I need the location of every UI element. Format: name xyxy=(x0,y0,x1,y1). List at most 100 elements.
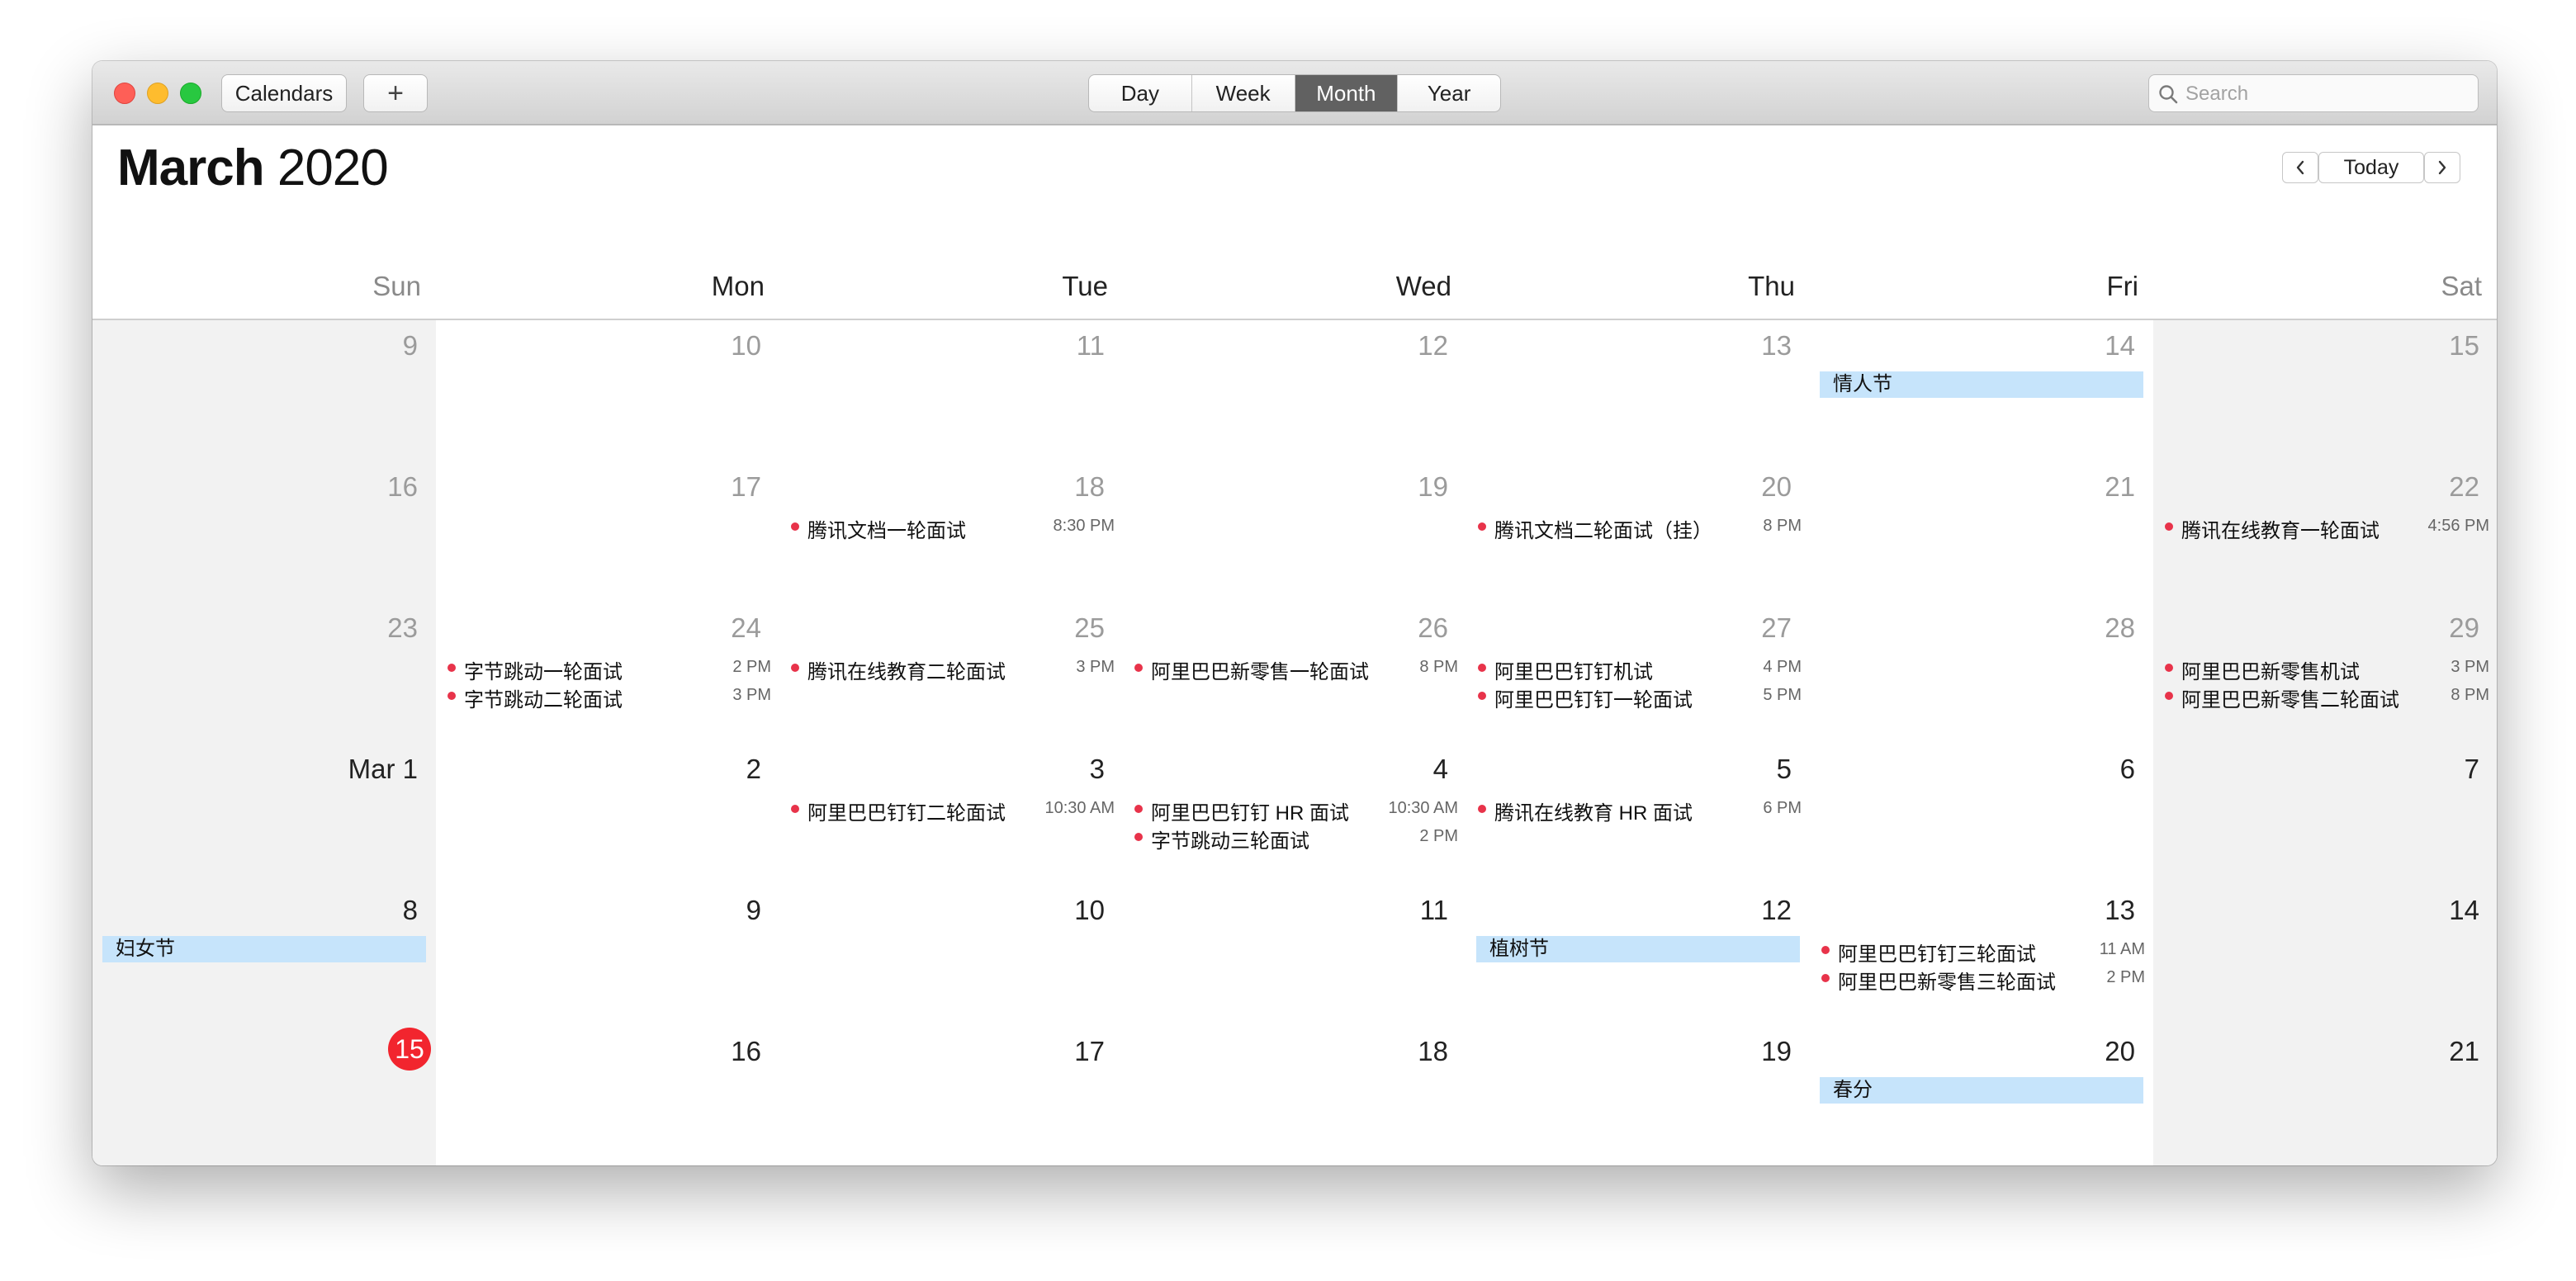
day-cell[interactable]: 12 植树节 xyxy=(1466,885,1811,1027)
day-cell[interactable]: 17 xyxy=(779,1026,1124,1165)
calendar-event[interactable]: 腾讯在线教育 HR 面试 6 PM xyxy=(1478,795,1802,825)
year-title: 2020 xyxy=(277,139,389,196)
day-cell[interactable]: 11 xyxy=(1123,885,1467,1027)
day-cell[interactable]: 23 xyxy=(92,603,437,744)
event-dot-icon xyxy=(1478,664,1486,672)
day-cell[interactable]: 8 妇女节 xyxy=(92,885,437,1027)
day-cell[interactable]: 13 阿里巴巴钉钉三轮面试 11 AM 阿里巴巴新零售三轮面试 2 PM xyxy=(1810,885,2154,1027)
event-time: 3 PM xyxy=(732,686,771,704)
day-cell[interactable]: 14 情人节 xyxy=(1810,320,2154,462)
calendars-button[interactable]: Calendars xyxy=(221,74,347,112)
event-dot-icon xyxy=(1134,833,1143,841)
calendar-event[interactable]: 腾讯在线教育二轮面试 3 PM xyxy=(791,654,1115,683)
day-cell[interactable]: 6 xyxy=(1810,744,2154,886)
day-cell[interactable]: 18 腾讯文档一轮面试 8:30 PM xyxy=(779,461,1124,603)
event-time: 2 PM xyxy=(2106,968,2145,986)
month-title: March xyxy=(117,139,265,196)
calendar-event[interactable]: 阿里巴巴钉钉 HR 面试 10:30 AM xyxy=(1134,795,1458,825)
calendar-event[interactable]: 字节跳动三轮面试 2 PM xyxy=(1134,823,1458,853)
day-cell[interactable]: 15 xyxy=(2153,320,2497,462)
day-cell[interactable]: Mar 1 xyxy=(92,744,437,886)
day-cell[interactable]: 21 xyxy=(1810,461,2154,603)
calendar-event[interactable]: 阿里巴巴钉钉机试 4 PM xyxy=(1478,654,1802,683)
add-event-button[interactable]: + xyxy=(363,74,428,112)
day-cell[interactable]: 17 xyxy=(436,461,780,603)
day-cell[interactable]: 16 xyxy=(92,461,437,603)
day-cell[interactable]: 21 xyxy=(2153,1026,2497,1165)
day-cell[interactable]: 9 xyxy=(436,885,780,1027)
all-day-event[interactable]: 植树节 xyxy=(1476,936,1800,962)
day-cell[interactable]: 11 xyxy=(779,320,1124,462)
event-dot-icon xyxy=(1134,805,1143,813)
day-number: 23 xyxy=(387,612,418,643)
day-cell[interactable]: 22 腾讯在线教育一轮面试 4:56 PM xyxy=(2153,461,2497,603)
day-number: 28 xyxy=(2105,612,2135,643)
event-time: 3 PM xyxy=(1076,658,1115,676)
calendar-event[interactable]: 阿里巴巴钉钉一轮面试 5 PM xyxy=(1478,682,1802,711)
day-cell[interactable]: 29 阿里巴巴新零售机试 3 PM 阿里巴巴新零售二轮面试 8 PM xyxy=(2153,603,2497,744)
all-day-event[interactable]: 春分 xyxy=(1820,1077,2143,1104)
view-tab-month[interactable]: Month xyxy=(1294,75,1398,111)
day-number: 18 xyxy=(1074,471,1105,502)
chevron-left-icon xyxy=(2296,160,2304,175)
view-tab-year[interactable]: Year xyxy=(1397,75,1500,111)
day-cell[interactable]: 26 阿里巴巴新零售一轮面试 8 PM xyxy=(1123,603,1467,744)
search-input[interactable]: Search xyxy=(2148,74,2479,112)
day-cell[interactable]: 10 xyxy=(436,320,780,462)
calendar-event[interactable]: 腾讯文档二轮面试（挂） 8 PM xyxy=(1478,513,1802,542)
day-cell[interactable]: 15 xyxy=(92,1026,437,1165)
calendar-event[interactable]: 阿里巴巴钉钉二轮面试 10:30 AM xyxy=(791,795,1115,825)
event-time: 5 PM xyxy=(1763,686,1802,704)
calendar-window: Calendars + Day Week Month Year Search M… xyxy=(92,61,2497,1165)
calendar-event[interactable]: 字节跳动一轮面试 2 PM xyxy=(447,654,771,683)
day-cell[interactable]: 18 xyxy=(1123,1026,1467,1165)
close-window-button[interactable] xyxy=(114,83,135,104)
view-tab-week[interactable]: Week xyxy=(1191,75,1295,111)
today-button[interactable]: Today xyxy=(2318,152,2424,183)
calendar-event[interactable]: 阿里巴巴新零售三轮面试 2 PM xyxy=(1821,964,2145,994)
day-cell[interactable]: 25 腾讯在线教育二轮面试 3 PM xyxy=(779,603,1124,744)
day-cell[interactable]: 14 xyxy=(2153,885,2497,1027)
event-dot-icon xyxy=(1478,692,1486,700)
day-cell[interactable]: 24 字节跳动一轮面试 2 PM 字节跳动二轮面试 3 PM xyxy=(436,603,780,744)
event-title: 阿里巴巴新零售三轮面试 xyxy=(1838,971,2056,994)
event-dot-icon xyxy=(2165,522,2173,531)
day-cell[interactable]: 9 xyxy=(92,320,437,462)
day-cell[interactable]: 19 xyxy=(1123,461,1467,603)
calendar-event[interactable]: 字节跳动二轮面试 3 PM xyxy=(447,682,771,711)
day-cell[interactable]: 12 xyxy=(1123,320,1467,462)
calendar-event[interactable]: 阿里巴巴新零售二轮面试 8 PM xyxy=(2165,682,2489,711)
calendar-event[interactable]: 阿里巴巴钉钉三轮面试 11 AM xyxy=(1821,936,2145,966)
day-cell[interactable]: 19 xyxy=(1466,1026,1811,1165)
calendar-event[interactable]: 阿里巴巴新零售机试 3 PM xyxy=(2165,654,2489,683)
all-day-event[interactable]: 情人节 xyxy=(1820,371,2143,398)
day-cell[interactable]: 20 腾讯文档二轮面试（挂） 8 PM xyxy=(1466,461,1811,603)
day-cell[interactable]: 4 阿里巴巴钉钉 HR 面试 10:30 AM 字节跳动三轮面试 2 PM xyxy=(1123,744,1467,886)
previous-month-button[interactable] xyxy=(2282,152,2318,183)
view-tab-day[interactable]: Day xyxy=(1089,75,1191,111)
all-day-event[interactable]: 妇女节 xyxy=(102,936,426,962)
day-cell[interactable]: 2 xyxy=(436,744,780,886)
day-cell[interactable]: 27 阿里巴巴钉钉机试 4 PM 阿里巴巴钉钉一轮面试 5 PM xyxy=(1466,603,1811,744)
day-cell[interactable]: 16 xyxy=(436,1026,780,1165)
day-cell[interactable]: 3 阿里巴巴钉钉二轮面试 10:30 AM xyxy=(779,744,1124,886)
calendar-event[interactable]: 腾讯在线教育一轮面试 4:56 PM xyxy=(2165,513,2489,542)
weekday-label-thu: Thu xyxy=(1748,271,1795,301)
day-cell[interactable]: 10 xyxy=(779,885,1124,1027)
day-cell[interactable]: 13 xyxy=(1466,320,1811,462)
weekday-header: Sun Mon Tue Wed Thu Fri Sat xyxy=(92,271,2497,317)
event-dot-icon xyxy=(791,805,799,813)
day-cell[interactable]: 5 腾讯在线教育 HR 面试 6 PM xyxy=(1466,744,1811,886)
calendar-event[interactable]: 阿里巴巴新零售一轮面试 8 PM xyxy=(1134,654,1458,683)
day-cell[interactable]: 20 春分 xyxy=(1810,1026,2154,1165)
day-cell[interactable]: 28 xyxy=(1810,603,2154,744)
minimize-window-button[interactable] xyxy=(147,83,168,104)
day-number: 21 xyxy=(2105,471,2135,502)
next-month-button[interactable] xyxy=(2424,152,2460,183)
event-time: 8 PM xyxy=(1419,658,1458,676)
calendar-event[interactable]: 腾讯文档一轮面试 8:30 PM xyxy=(791,513,1115,542)
event-dot-icon xyxy=(447,664,456,672)
zoom-window-button[interactable] xyxy=(180,83,201,104)
day-number: 9 xyxy=(746,895,761,925)
day-cell[interactable]: 7 xyxy=(2153,744,2497,886)
